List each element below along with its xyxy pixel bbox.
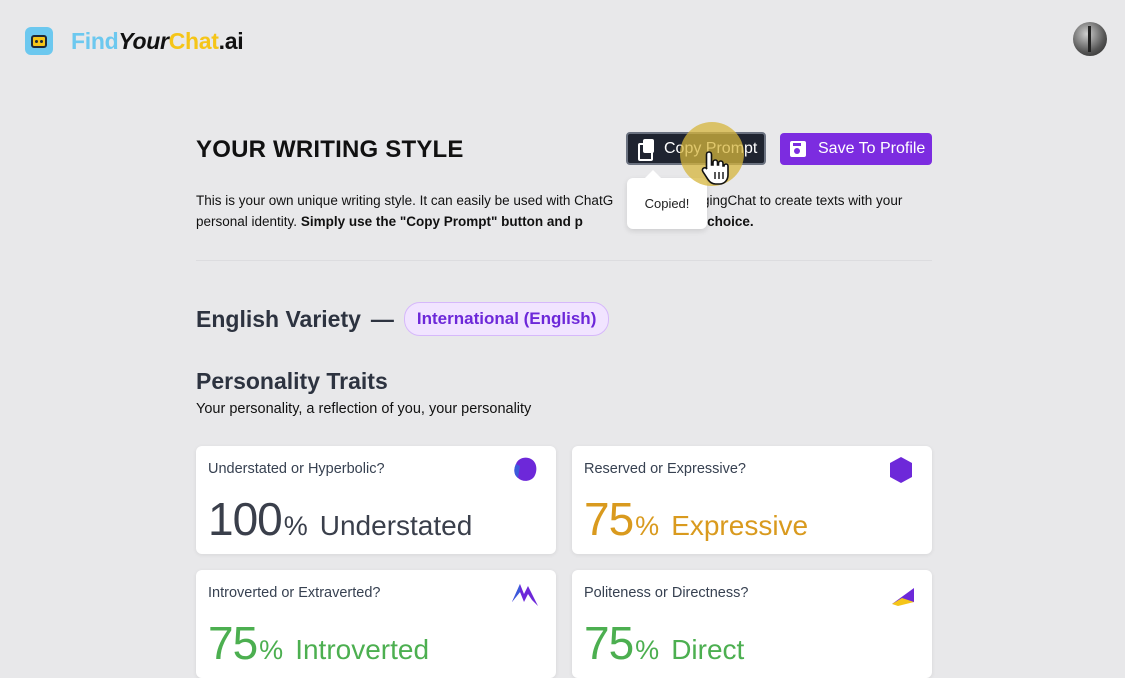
trait-unit: % xyxy=(283,511,308,541)
traits-title: Personality Traits xyxy=(196,368,388,394)
page-title: YOUR WRITING STYLE xyxy=(196,136,464,163)
trait-value: 75% Introverted xyxy=(208,616,429,670)
trait-value: 75% Direct xyxy=(584,616,744,670)
logo-ai: .ai xyxy=(218,27,244,54)
intro-text: This is your own unique writing style. I… xyxy=(196,190,936,232)
trait-unit: % xyxy=(635,635,660,665)
trait-label: Direct xyxy=(671,634,745,665)
logo-find: Find xyxy=(71,27,119,54)
variety-label: English Variety xyxy=(196,305,361,332)
save-to-profile-button[interactable]: Save To Profile xyxy=(780,133,932,165)
user-avatar[interactable] xyxy=(1073,22,1107,56)
trait-card: Introverted or Extraverted? 75% Introvert… xyxy=(196,570,556,678)
trait-card: Reserved or Expressive? 75% Expressive xyxy=(572,446,932,554)
trait-percent: 75 xyxy=(584,617,634,669)
logo-icon xyxy=(25,27,53,55)
trait-question: Reserved or Expressive? xyxy=(584,461,746,477)
traits-subtitle: Your personality, a reflection of you, y… xyxy=(196,401,532,417)
copy-icon xyxy=(638,138,656,161)
variety-dash: — xyxy=(370,305,394,332)
trait-label: Introverted xyxy=(295,634,430,665)
trait-value: 75% Expressive xyxy=(584,492,808,546)
trait-percent: 100 xyxy=(208,493,283,545)
trait-card: Understated or Hyperbolic? 100% Understat… xyxy=(196,446,556,554)
trait-unit: % xyxy=(259,635,284,665)
trait-card: Politeness or Directness? 75% Direct xyxy=(572,570,932,678)
trait-label: Expressive xyxy=(671,510,809,541)
trait-label: Understated xyxy=(319,510,473,541)
floppy-disk-icon xyxy=(790,141,806,157)
copied-tooltip: Copied! xyxy=(627,170,707,229)
trait-question: Politeness or Directness? xyxy=(584,585,749,601)
wedge-shape-icon xyxy=(892,588,914,606)
intro-bold: Simply use the "Copy Prompt" button and … xyxy=(300,214,583,229)
trait-unit: % xyxy=(635,511,660,541)
logo-chat: Chat xyxy=(168,27,219,54)
hexagon-icon xyxy=(890,457,912,483)
tooltip-text: Copied! xyxy=(644,196,690,211)
zigzag-shape-icon xyxy=(512,584,538,606)
intro-part1: This is your own unique writing style. I… xyxy=(196,193,614,208)
app-logo[interactable]: FindYourChat.ai xyxy=(25,27,244,55)
variety-badge: International (English) xyxy=(403,302,610,336)
logo-text: FindYourChat.ai xyxy=(71,27,244,55)
trait-value: 100% Understated xyxy=(208,492,472,546)
trait-percent: 75 xyxy=(208,617,258,669)
trait-percent: 75 xyxy=(584,493,634,545)
section-divider xyxy=(196,260,932,261)
hand-pointer-icon xyxy=(700,150,730,192)
logo-your: Your xyxy=(118,27,169,54)
trait-question: Introverted or Extraverted? xyxy=(208,585,381,601)
blob-shape-icon xyxy=(514,457,537,481)
trait-question: Understated or Hyperbolic? xyxy=(208,461,385,477)
save-to-profile-label: Save To Profile xyxy=(818,140,926,157)
english-variety-row: English Variety — International (English… xyxy=(196,302,610,336)
